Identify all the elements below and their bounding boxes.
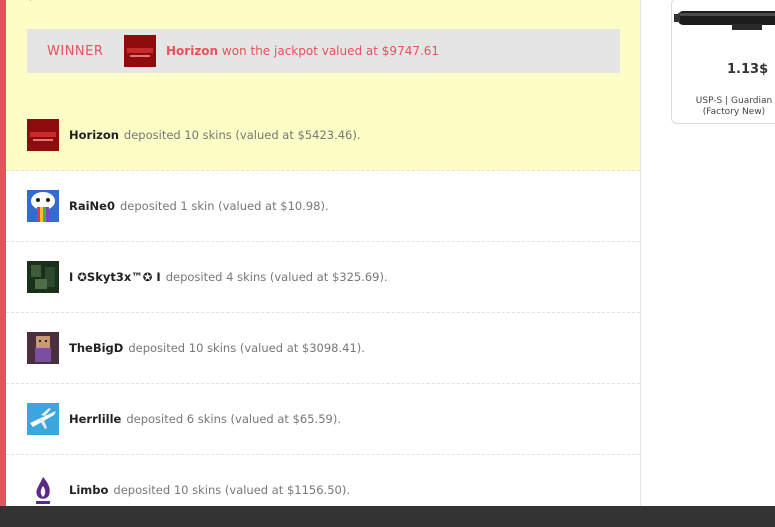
jackpot-feed: · WINNER Horizon won the jackpot valued …	[0, 0, 641, 506]
deposit-row: RaiNe0 deposited 1 skin (valued at $10.98…	[6, 171, 640, 242]
dot-mark: ·	[29, 0, 32, 6]
player-name[interactable]: Horizon	[69, 128, 119, 142]
deposit-row: Herrlille deposited 6 skins (valued at $6…	[6, 384, 640, 455]
item-price: 1.13$	[727, 62, 769, 77]
horizon-logo-icon	[124, 35, 156, 67]
pistol-icon	[674, 11, 775, 30]
airplane-icon	[27, 403, 59, 435]
deposit-text: Horizon deposited 10 skins (valued at $54…	[69, 128, 361, 142]
avatar[interactable]	[27, 190, 59, 222]
winner-avatar[interactable]	[124, 35, 156, 67]
horizon-logo-icon	[27, 119, 59, 151]
purple-flame-icon	[27, 474, 59, 506]
winner-message: Horizon won the jackpot valued at $9747.…	[166, 44, 439, 58]
deposit-text: I ✪Skyt3x™✪ I deposited 4 skins (valued a…	[69, 270, 388, 284]
deposit-detail: deposited 10 skins (valued at $5423.46).	[123, 128, 361, 142]
winner-banner: WINNER Horizon won the jackpot valued at…	[27, 29, 620, 73]
deposit-text: Herrlille deposited 6 skins (valued at $6…	[69, 412, 341, 426]
winner-name[interactable]: Horizon	[166, 44, 218, 58]
deposit-detail: deposited 10 skins (valued at $1156.50).	[113, 483, 350, 497]
player-name[interactable]: I ✪Skyt3x™✪ I	[69, 270, 161, 284]
player-name[interactable]: Herrlille	[69, 412, 121, 426]
avatar[interactable]	[27, 261, 59, 293]
avatar[interactable]	[27, 403, 59, 435]
item-card[interactable]: 1.13$ USP-S | Guardian (Factory New)	[671, 0, 775, 124]
pixel-character-icon	[27, 332, 59, 364]
avatar[interactable]	[27, 332, 59, 364]
winner-label: WINNER	[47, 43, 104, 59]
avatar[interactable]	[27, 474, 59, 506]
deposit-row: I ✪Skyt3x™✪ I deposited 4 skins (valued a…	[6, 242, 640, 313]
deposit-text: TheBigD deposited 10 skins (valued at $30…	[69, 341, 365, 355]
deposit-text: Limbo deposited 10 skins (valued at $1156…	[69, 483, 350, 497]
deposit-detail: deposited 1 skin (valued at $10.98).	[119, 199, 329, 213]
player-name[interactable]: RaiNe0	[69, 199, 115, 213]
deposit-detail: deposited 4 skins (valued at $325.69).	[165, 270, 388, 284]
item-name: USP-S | Guardian (Factory New)	[695, 96, 773, 117]
player-name[interactable]: TheBigD	[69, 341, 123, 355]
avatar[interactable]	[27, 119, 59, 151]
soldier-avatar-icon	[27, 261, 59, 293]
winner-detail: won the jackpot valued at $9747.61	[221, 44, 440, 58]
rainbow-ghost-icon	[27, 190, 59, 222]
bottom-bar	[0, 506, 775, 527]
deposit-row: TheBigD deposited 10 skins (valued at $30…	[6, 313, 640, 384]
deposit-row: Horizon deposited 10 skins (valued at $54…	[6, 100, 640, 171]
deposit-row: Limbo deposited 10 skins (valued at $1156…	[6, 455, 640, 506]
player-name[interactable]: Limbo	[69, 483, 108, 497]
deposit-text: RaiNe0 deposited 1 skin (valued at $10.98…	[69, 199, 329, 213]
winner-row: · WINNER Horizon won the jackpot valued …	[6, 0, 640, 100]
deposit-detail: deposited 10 skins (valued at $3098.41).	[128, 341, 365, 355]
deposit-detail: deposited 6 skins (valued at $65.59).	[126, 412, 341, 426]
